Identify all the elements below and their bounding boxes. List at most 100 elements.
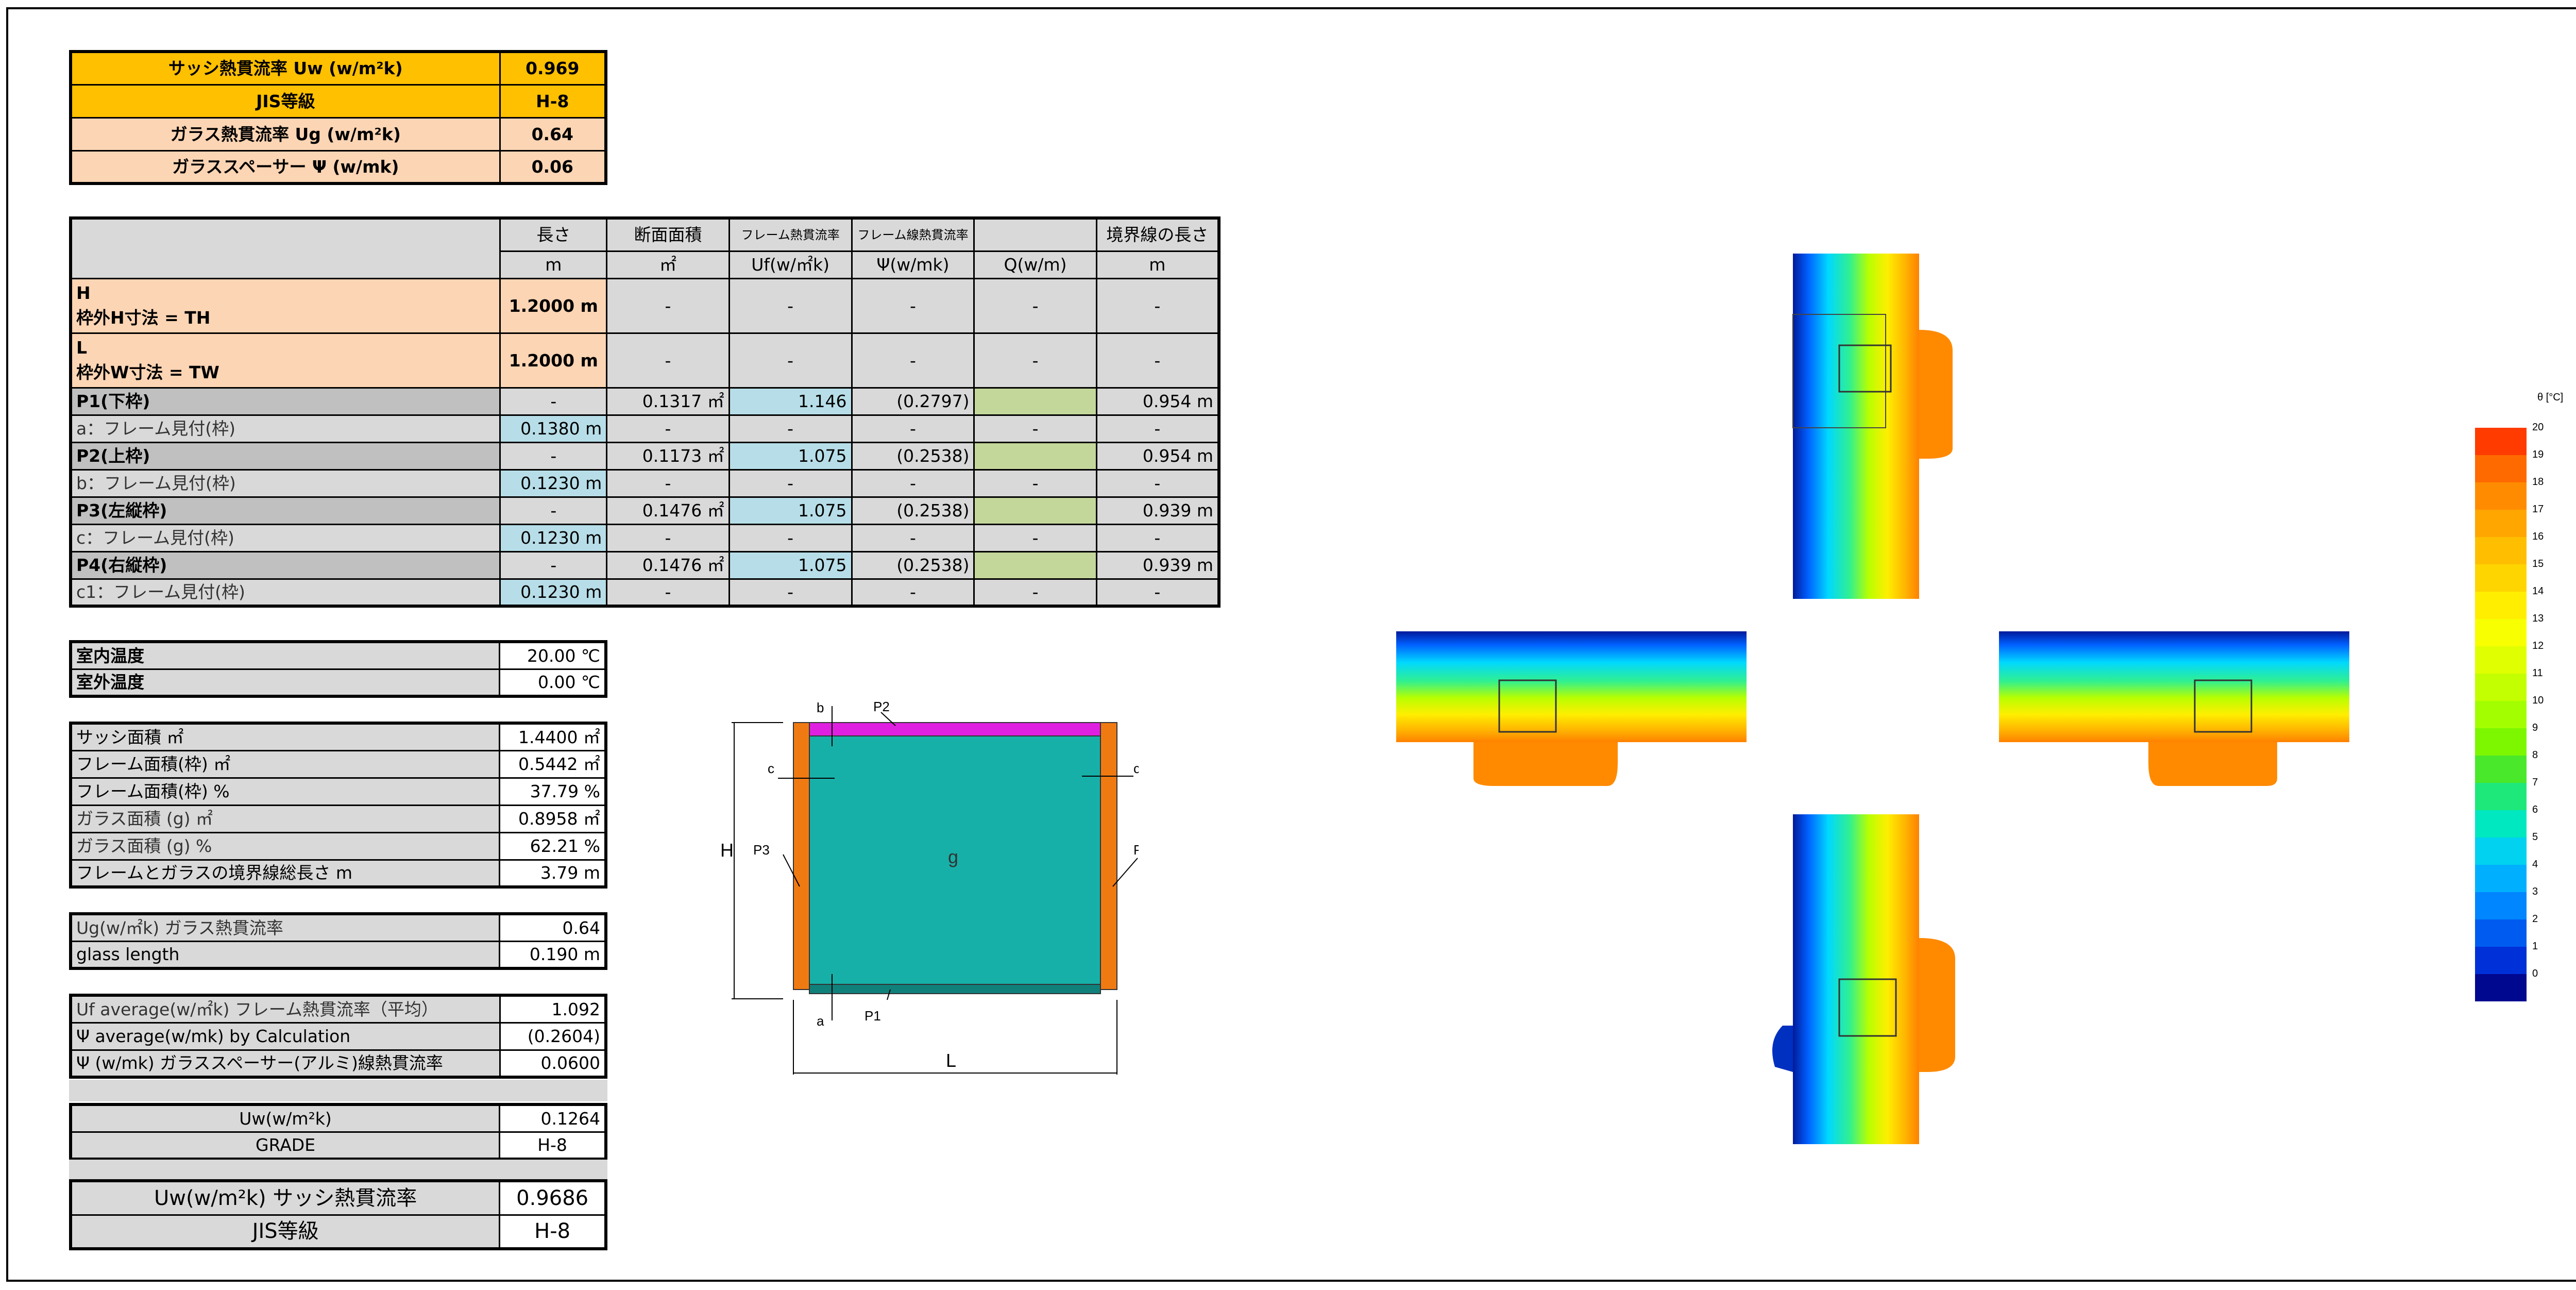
part-q (973, 387, 1097, 416)
b-label: b (817, 700, 824, 715)
dash-cell: - (606, 468, 730, 498)
average-label: Uf average(w/㎡k) フレーム熱貫流率（平均） (70, 994, 501, 1024)
dash-cell: - (499, 387, 608, 416)
dash-cell: - (851, 578, 975, 607)
area-value: 0.5442 ㎡ (499, 749, 607, 779)
average-table: Uf average(w/㎡k) フレーム熱貫流率（平均） 1.092 Ψ ave… (69, 994, 607, 1079)
legend-swatch (2475, 537, 2527, 564)
outdoor-temp-value: 0.00 ℃ (498, 668, 607, 697)
dash-cell: - (851, 414, 975, 443)
legend-tick-label: 6 (2532, 804, 2538, 815)
legend-tick-label: 5 (2532, 831, 2538, 843)
part-name: P2(上枠) (70, 441, 501, 471)
average-label: Ψ (w/mk) ガラススペーサー(アルミ)線熱貫流率 (70, 1049, 501, 1078)
dash-cell: - (1095, 468, 1220, 498)
legend-tick-label: 12 (2532, 640, 2544, 651)
part-sub-value: 0.1230 m (499, 468, 608, 498)
dash-cell: - (728, 523, 853, 552)
outdoor-temp-label: 室外温度 (70, 668, 500, 697)
uw-calc-value: 0.1264 (499, 1103, 607, 1133)
final-table: Uw(w/m²k) サッシ熱貫流率 0.9686 JIS等級 H-8 (69, 1179, 607, 1250)
unit-psi: Ψ(w/mk) (851, 250, 975, 279)
unit-edge: m (1095, 250, 1220, 279)
dash-cell: - (1095, 414, 1220, 443)
legend-swatch (2475, 510, 2527, 537)
part-sub-label: c：フレーム見付(枠) (70, 523, 501, 552)
jis-grade-label: JIS等級 (70, 83, 501, 119)
indoor-temp-value: 20.00 ℃ (498, 641, 607, 670)
legend-swatch (2475, 756, 2527, 783)
p3-label: P3 (753, 842, 770, 858)
grade-label: GRADE (70, 1131, 501, 1160)
temperature-table: 室内温度 20.00 ℃ 室外温度 0.00 ℃ (69, 640, 607, 698)
part-area: 0.1476 ㎡ (606, 496, 730, 525)
legend-swatch (2475, 428, 2527, 455)
header-q (973, 217, 1097, 252)
indoor-temp-label: 室内温度 (70, 641, 500, 670)
part-sub-value: 0.1230 m (499, 578, 608, 607)
area-value: 1.4400 ㎡ (499, 722, 607, 751)
legend-swatch (2475, 646, 2527, 674)
header-area: 断面面積 (606, 217, 730, 252)
part-edge: 0.939 m (1095, 496, 1220, 525)
dash-cell: - (973, 277, 1097, 334)
unit-uf: Uf(w/㎡k) (728, 250, 853, 279)
part-name: P3(左縦枠) (70, 496, 501, 525)
part-psi: (0.2538) (851, 496, 975, 525)
area-label: フレームとガラスの境界線総長さ m (70, 859, 501, 888)
glass-table: Ug(w/㎡k) ガラス熱貫流率 0.64 glass length 0.190 m (69, 912, 607, 970)
p1-label: P1 (865, 1008, 881, 1024)
area-value: 37.79 % (499, 777, 607, 806)
bottom-frame-section (1772, 814, 1955, 1144)
summary-table: サッシ熱貫流率 Uw (w/m²k) 0.969 JIS等級 H-8 ガラス熱貫… (69, 50, 607, 185)
legend-tick-label: 9 (2532, 722, 2538, 733)
part-q (973, 441, 1097, 471)
p2-label: P2 (873, 699, 890, 714)
part-sub-value: 0.1380 m (499, 414, 608, 443)
unit-length: m (499, 250, 608, 279)
legend-tick-label: 17 (2532, 504, 2544, 515)
legend-tick-label: 1 (2532, 941, 2538, 952)
frame-table: 長さ 断面面積 フレーム熱貫流率 フレーム線熱貫流率 境界線の長さ m ㎡ Uf… (69, 216, 1221, 608)
spacer-psi-value: 0.06 (499, 149, 607, 185)
legend-swatch (2475, 865, 2527, 892)
part-uf: 1.075 (728, 550, 853, 580)
part-uf: 1.146 (728, 387, 853, 416)
legend-swatch (2475, 592, 2527, 619)
right-frame-section (1999, 631, 2349, 786)
legend-swatch (2475, 837, 2527, 865)
glass-label: Ug(w/㎡k) ガラス熱貫流率 (70, 913, 501, 942)
part-psi: (0.2538) (851, 550, 975, 580)
dash-cell: - (728, 332, 853, 389)
top-frame-section (1792, 254, 1953, 599)
part-psi: (0.2538) (851, 441, 975, 471)
dash-cell: - (606, 578, 730, 607)
h-dim-label: H (720, 840, 734, 861)
legend-swatch (2475, 455, 2527, 482)
dash-cell: - (728, 277, 853, 334)
area-label: ガラス面積 (g) ㎡ (70, 804, 501, 833)
left-frame-section (1396, 631, 1747, 786)
ug-value: 0.64 (499, 116, 607, 152)
legend-swatch (2475, 564, 2527, 592)
header-length: 長さ (499, 217, 608, 252)
legend-title: θ [°C] (2537, 392, 2564, 403)
bottom-frame (809, 984, 1101, 994)
legend-swatch (2475, 619, 2527, 646)
uw-value: 0.969 (499, 51, 607, 86)
separator-band (69, 1080, 607, 1101)
part-name: P4(右縦枠) (70, 550, 501, 580)
legend-swatch (2475, 701, 2527, 728)
part-sub-label: c1：フレーム見付(枠) (70, 578, 501, 607)
ug-label: ガラス熱貫流率 Ug (w/m²k) (70, 116, 501, 152)
dash-cell: - (606, 277, 730, 334)
dash-cell: - (1095, 277, 1220, 334)
part-uf: 1.075 (728, 496, 853, 525)
dash-cell: - (1095, 332, 1220, 389)
legend-tick-label: 16 (2532, 531, 2544, 542)
legend-tick-label: 15 (2532, 558, 2544, 569)
window-diagram: H L g b P2 c c1 P3 P4 a P1 (720, 699, 1139, 1075)
legend-swatch (2475, 810, 2527, 837)
part-uf: 1.075 (728, 441, 853, 471)
legend-swatch (2475, 482, 2527, 510)
